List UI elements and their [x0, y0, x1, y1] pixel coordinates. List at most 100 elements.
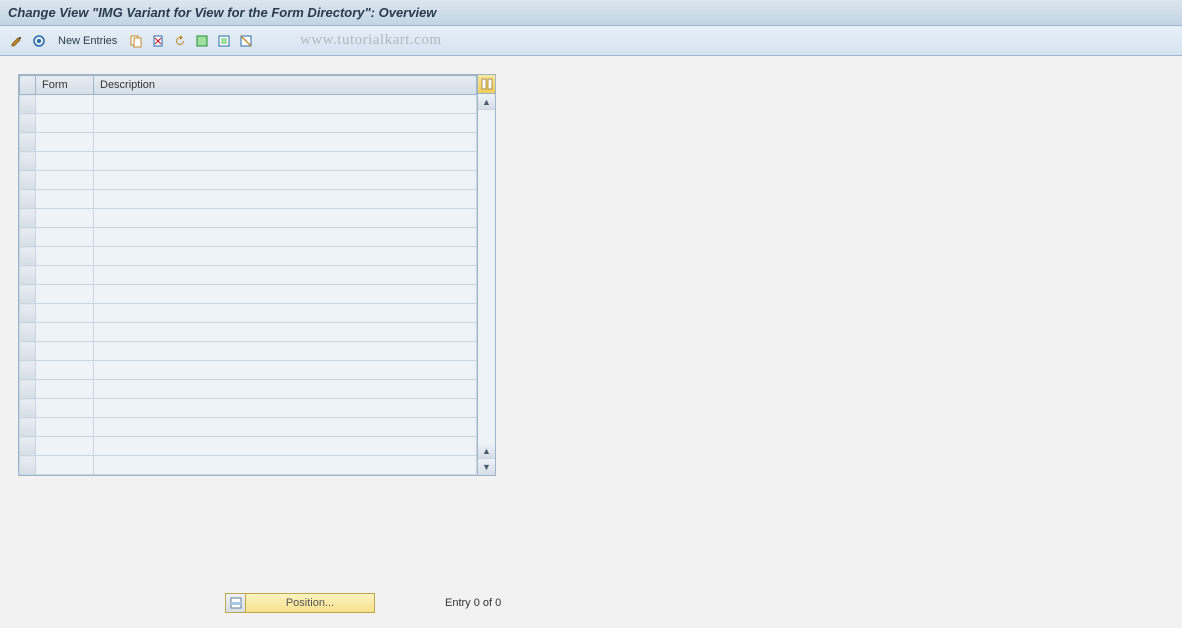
new-entries-button[interactable]: New Entries: [52, 33, 123, 49]
select-all-icon[interactable]: [193, 32, 211, 50]
row-selector[interactable]: [20, 342, 36, 361]
table-row: [20, 418, 477, 437]
cell-description[interactable]: [94, 247, 477, 266]
row-selector[interactable]: [20, 418, 36, 437]
row-selector[interactable]: [20, 361, 36, 380]
cell-description[interactable]: [94, 418, 477, 437]
data-table: Form Description ▲ ▲ ▼: [18, 74, 496, 476]
cell-description[interactable]: [94, 266, 477, 285]
cell-form[interactable]: [36, 133, 94, 152]
cell-form[interactable]: [36, 266, 94, 285]
cell-form[interactable]: [36, 171, 94, 190]
position-button[interactable]: Position...: [225, 593, 375, 613]
cell-description[interactable]: [94, 456, 477, 475]
cell-form[interactable]: [36, 323, 94, 342]
cell-description[interactable]: [94, 152, 477, 171]
table-row: [20, 285, 477, 304]
cell-form[interactable]: [36, 361, 94, 380]
scroll-down-near-button[interactable]: ▲: [478, 443, 495, 459]
cell-description[interactable]: [94, 380, 477, 399]
cell-description[interactable]: [94, 228, 477, 247]
row-selector[interactable]: [20, 285, 36, 304]
cell-form[interactable]: [36, 437, 94, 456]
table-row: [20, 114, 477, 133]
row-selector[interactable]: [20, 437, 36, 456]
cell-form[interactable]: [36, 209, 94, 228]
cell-description[interactable]: [94, 304, 477, 323]
row-selector[interactable]: [20, 114, 36, 133]
cell-form[interactable]: [36, 152, 94, 171]
table-row: [20, 95, 477, 114]
watermark-text: www.tutorialkart.com: [300, 32, 442, 49]
cell-form[interactable]: [36, 380, 94, 399]
cell-description[interactable]: [94, 323, 477, 342]
work-area: Form Description ▲ ▲ ▼: [0, 56, 1182, 494]
status-row: Position... Entry 0 of 0: [0, 588, 1182, 618]
column-header-description[interactable]: Description: [94, 76, 477, 95]
cell-form[interactable]: [36, 114, 94, 133]
cell-description[interactable]: [94, 133, 477, 152]
select-block-icon[interactable]: [215, 32, 233, 50]
cell-form[interactable]: [36, 399, 94, 418]
table-row: [20, 209, 477, 228]
cell-form[interactable]: [36, 418, 94, 437]
row-selector[interactable]: [20, 190, 36, 209]
toggle-display-change-icon[interactable]: [8, 32, 26, 50]
scroll-down-button[interactable]: ▼: [478, 459, 495, 475]
cell-description[interactable]: [94, 285, 477, 304]
row-selector[interactable]: [20, 228, 36, 247]
cell-form[interactable]: [36, 342, 94, 361]
scroll-track[interactable]: [478, 110, 495, 443]
row-selector[interactable]: [20, 171, 36, 190]
copy-icon[interactable]: [127, 32, 145, 50]
cell-form[interactable]: [36, 228, 94, 247]
deselect-all-icon[interactable]: [237, 32, 255, 50]
cell-description[interactable]: [94, 399, 477, 418]
cell-form[interactable]: [36, 190, 94, 209]
cell-description[interactable]: [94, 437, 477, 456]
table-row: [20, 437, 477, 456]
row-selector[interactable]: [20, 209, 36, 228]
details-icon[interactable]: [30, 32, 48, 50]
cell-form[interactable]: [36, 304, 94, 323]
row-selector[interactable]: [20, 399, 36, 418]
title-bar: Change View "IMG Variant for View for th…: [0, 0, 1182, 26]
row-selector[interactable]: [20, 456, 36, 475]
scroll-up-button[interactable]: ▲: [478, 94, 495, 110]
delete-icon[interactable]: [149, 32, 167, 50]
table-row: [20, 171, 477, 190]
row-selector[interactable]: [20, 266, 36, 285]
configure-columns-icon[interactable]: [478, 75, 495, 94]
cell-form[interactable]: [36, 247, 94, 266]
page-title: Change View "IMG Variant for View for th…: [8, 5, 436, 20]
table-row: [20, 380, 477, 399]
undo-icon[interactable]: [171, 32, 189, 50]
column-header-form[interactable]: Form: [36, 76, 94, 95]
row-selector[interactable]: [20, 323, 36, 342]
table-row: [20, 228, 477, 247]
cell-form[interactable]: [36, 285, 94, 304]
grid: Form Description: [19, 75, 477, 475]
row-selector[interactable]: [20, 152, 36, 171]
table-row: [20, 247, 477, 266]
row-selector[interactable]: [20, 247, 36, 266]
row-selector[interactable]: [20, 133, 36, 152]
table-row: [20, 361, 477, 380]
cell-description[interactable]: [94, 361, 477, 380]
cell-description[interactable]: [94, 171, 477, 190]
row-selector[interactable]: [20, 304, 36, 323]
toolbar: New Entries www.tutorialkart.com: [0, 26, 1182, 56]
cell-description[interactable]: [94, 342, 477, 361]
row-selector[interactable]: [20, 95, 36, 114]
row-selector-header[interactable]: [20, 76, 36, 95]
table-row: [20, 399, 477, 418]
cell-form[interactable]: [36, 456, 94, 475]
cell-description[interactable]: [94, 114, 477, 133]
table-row: [20, 152, 477, 171]
cell-form[interactable]: [36, 95, 94, 114]
entry-count-text: Entry 0 of 0: [445, 597, 501, 609]
cell-description[interactable]: [94, 190, 477, 209]
cell-description[interactable]: [94, 95, 477, 114]
row-selector[interactable]: [20, 380, 36, 399]
cell-description[interactable]: [94, 209, 477, 228]
